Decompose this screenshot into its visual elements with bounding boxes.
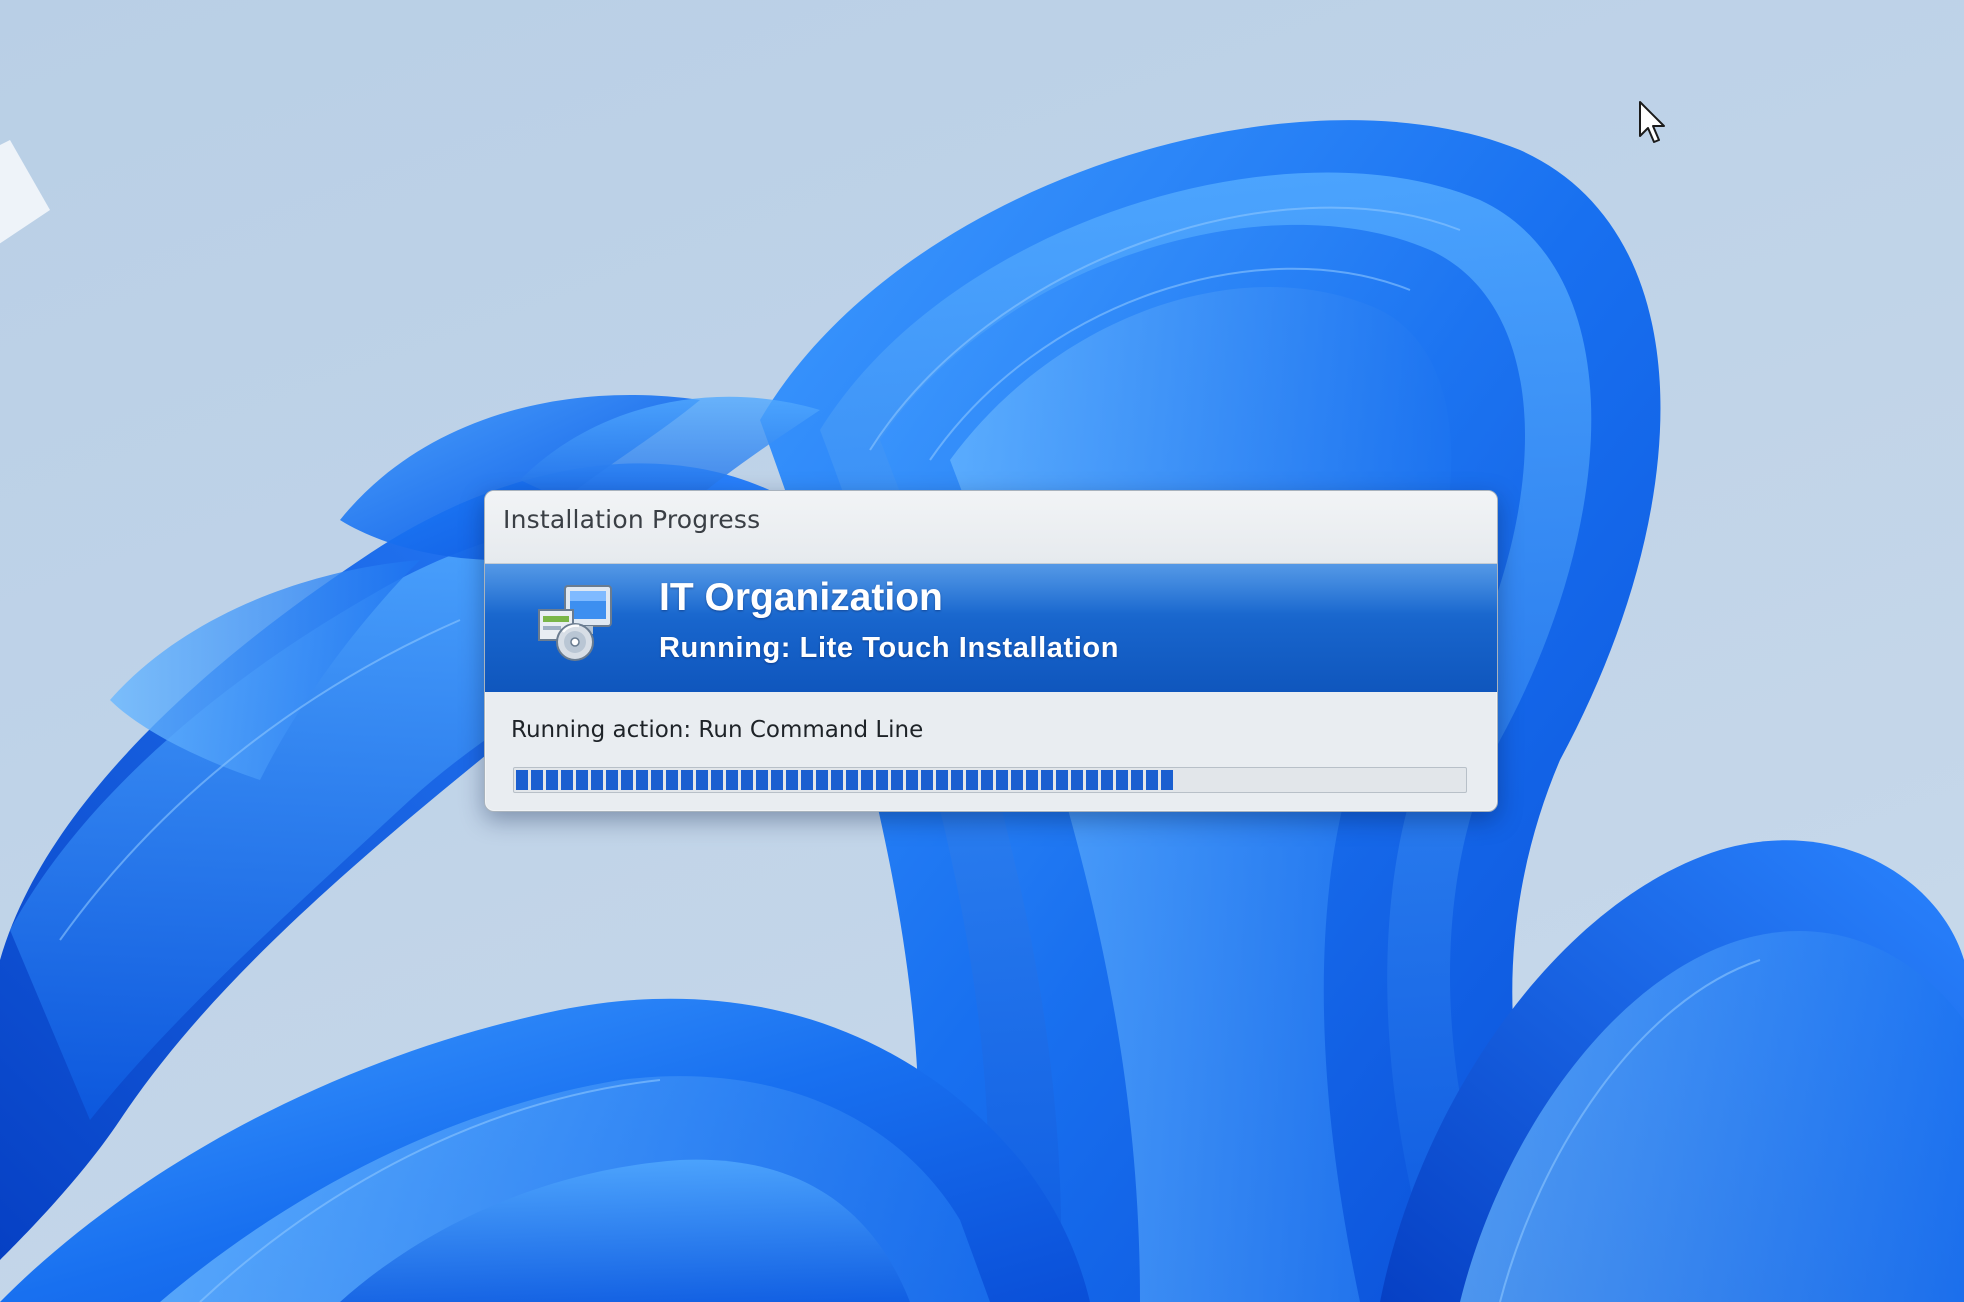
computer-install-icon [538,585,612,661]
organization-name: IT Organization [659,576,943,619]
screen-glare [0,140,50,244]
arrow-cursor-icon [1639,101,1665,143]
installation-status: Running: Lite Touch Installation [659,632,1120,664]
current-action-label: Running action: Run Command Line [511,717,924,743]
banner-shine [485,564,1497,614]
installation-progress-bar [513,767,1467,793]
progress-bar-fill [516,770,1176,790]
dialog-banner: IT Organization Running: Lite Touch Inst… [485,564,1497,692]
dialog-title: Installation Progress [503,505,761,534]
dialog-titlebar[interactable]: Installation Progress [485,491,1497,564]
installation-progress-dialog: Installation Progress IT Organization Ru… [484,490,1498,812]
desktop: Installation Progress IT Organization Ru… [0,0,1964,1302]
